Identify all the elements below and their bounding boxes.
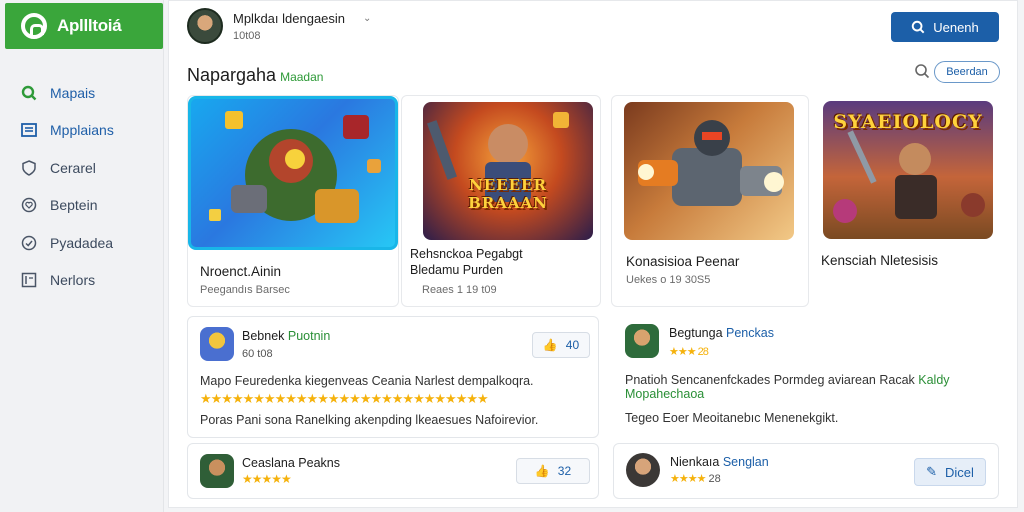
review-author-name: Ceaslana Peakns — [242, 456, 340, 470]
mech-art — [638, 120, 784, 206]
avatar[interactable] — [200, 327, 234, 361]
search-button-label: Uenenh — [933, 19, 979, 35]
section-title: Napargaha Maadan — [187, 65, 323, 86]
user-name: Mplkdaı ldengaesin — [233, 11, 346, 26]
sidebar-nav: Mapais Mpplaians Cerarel Beptein Pyadade… — [20, 74, 114, 299]
game-art-title: NEEEER BRAAAN — [468, 176, 548, 212]
review-text: Mapo Feuredenka kiegenveas Ceania Narles… — [200, 374, 534, 388]
sidebar-item-label: Pyadadea — [50, 234, 114, 251]
review-card: Ceaslana Peakns ★★★★★ 👍 32 — [187, 443, 599, 499]
game-title: Nroenct.Ainin — [200, 264, 282, 279]
sidebar: Apllltoiá Mapais Mpplaians Cerarel Bepte… — [0, 0, 164, 512]
main-panel: Mplkdaı ldengaesin ⌄ 10t08 Uenenh Naparg… — [168, 0, 1018, 508]
game-card[interactable]: Konasisioa Peenar Uekes o 19 30S5 — [611, 95, 809, 307]
review-text: Poras Pani sona Ranelking akenpding lkea… — [200, 413, 539, 427]
review-text-main: Pnatioh Sencanenfckades Pormdeg aviarean… — [625, 373, 915, 387]
search-icon — [20, 84, 38, 102]
game-thumbnail — [188, 96, 398, 250]
sidebar-item-beptein[interactable]: Beptein — [20, 187, 114, 225]
user-subtitle: 10t08 — [233, 30, 261, 42]
thumbs-up-icon: 👍 — [534, 464, 550, 478]
like-button[interactable]: 👍 32 — [516, 458, 590, 484]
robot-art — [209, 111, 381, 223]
game-thumbnail: SYAEIOLOCY — [823, 101, 993, 239]
sidebar-item-label: Mpplaians — [50, 122, 114, 139]
game-title: Konasisioa Peenar — [626, 254, 740, 269]
star-rating: ★★★ 28 — [669, 346, 709, 358]
game-title: Kensciah Nletesisis — [821, 253, 939, 268]
search-icon[interactable] — [914, 63, 930, 79]
sidebar-item-pyadadea[interactable]: Pyadadea — [20, 224, 114, 262]
game-art-title: SYAEIOLOCY — [833, 111, 983, 133]
search-icon — [912, 20, 925, 34]
pencil-icon: ✎ — [926, 464, 937, 479]
edit-button[interactable]: ✎ Dicel — [914, 458, 986, 486]
game-card[interactable]: Nroenct.Ainin Peegandıs Barsec — [187, 95, 399, 307]
sidebar-item-mpplaians[interactable]: Mpplaians — [20, 112, 114, 150]
game-subtitle: Peegandıs Barsec — [200, 284, 290, 296]
sidebar-item-label: Cerarel — [50, 159, 96, 176]
chevron-down-icon[interactable]: ⌄ — [363, 13, 371, 24]
avatar[interactable] — [626, 453, 660, 487]
review-card: Begtunga Penckas ★★★ 28 Pnatioh Sencanen… — [613, 316, 999, 438]
search-button[interactable]: Uenenh — [891, 12, 999, 42]
review-card: Bebnek Puotnin 60 t08 👍 40 Mapo Feureden… — [187, 316, 599, 438]
game-thumbnail — [624, 102, 794, 240]
review-author-tag: Senglan — [722, 455, 769, 469]
review-count: 28 — [708, 473, 721, 485]
review-meta: ★★★★ 28 — [670, 472, 721, 485]
game-subtitle: Uekes o 19 30S5 — [626, 274, 711, 286]
star-rating: ★★★★★★★★★★★★★★★★★★★★★★★★★★★ — [200, 391, 489, 406]
like-count: 40 — [565, 338, 580, 352]
section-title-text: Napargaha — [187, 65, 277, 85]
review-author: Begtunga Penckas — [669, 326, 774, 340]
like-button[interactable]: 👍 40 — [532, 332, 590, 358]
hero-art — [427, 112, 569, 202]
review-card: Nienkaıa Senglan ★★★★ 28 ✎ Dicel — [613, 443, 999, 499]
heart-icon — [20, 196, 38, 214]
check-circle-icon — [20, 234, 38, 252]
sidebar-item-label: Mapais — [50, 84, 96, 101]
game-card[interactable]: SYAEIOLOCY Kensciah Nletesisis — [811, 95, 999, 307]
game-subtitle: Reaes 1 19 t09 — [422, 284, 497, 296]
review-meta: 60 t08 — [242, 348, 273, 360]
avatar[interactable] — [625, 324, 659, 358]
review-author-tag: Puotnin — [287, 329, 331, 343]
review-author-name: Begtunga — [669, 326, 723, 340]
avatar[interactable] — [187, 8, 223, 44]
star-rating: ★★★★★ — [242, 472, 292, 486]
review-text: Tegeo Eoer Meoitanebıc Menenekgikt. — [625, 411, 839, 425]
section-accent: Maadan — [280, 70, 324, 84]
news-icon — [20, 271, 38, 289]
game-card[interactable]: NEEEER BRAAAN Rehsnckoa Pegabgt Bledamu … — [401, 95, 601, 307]
review-text: Pnatioh Sencanenfckades Pormdeg aviarean… — [625, 373, 999, 401]
game-thumbnail: NEEEER BRAAAN — [423, 102, 593, 240]
thumbs-up-icon: 👍 — [542, 338, 558, 352]
sidebar-item-cerarel[interactable]: Cerarel — [20, 149, 114, 187]
sidebar-item-nerlors[interactable]: Nerlors — [20, 262, 114, 300]
avatar[interactable] — [200, 454, 234, 488]
app-brand[interactable]: Apllltoiá — [5, 3, 163, 49]
review-author-name: Bebnek — [242, 329, 285, 343]
sidebar-item-label: Beptein — [50, 197, 98, 214]
app-logo-icon — [21, 13, 47, 39]
filter-pill[interactable]: Beerdan — [934, 61, 1000, 83]
shield-icon — [20, 159, 38, 177]
app-title: Apllltoiá — [57, 16, 122, 35]
sidebar-item-label: Nerlors — [50, 272, 96, 289]
sidebar-item-mapais[interactable]: Mapais — [20, 74, 114, 112]
grid-icon — [20, 121, 38, 139]
game-title: Rehsnckoa Pegabgt Bledamu Purden — [410, 247, 523, 277]
review-author-tag: Penckas — [726, 326, 774, 340]
review-author-name: Nienkaıa — [670, 455, 720, 469]
edit-button-label: Dicel — [945, 464, 974, 480]
star-rating: ★★★★ — [670, 473, 706, 485]
like-count: 32 — [557, 464, 572, 478]
review-author: Nienkaıa Senglan — [670, 455, 769, 469]
review-author: Bebnek Puotnin — [242, 329, 330, 343]
